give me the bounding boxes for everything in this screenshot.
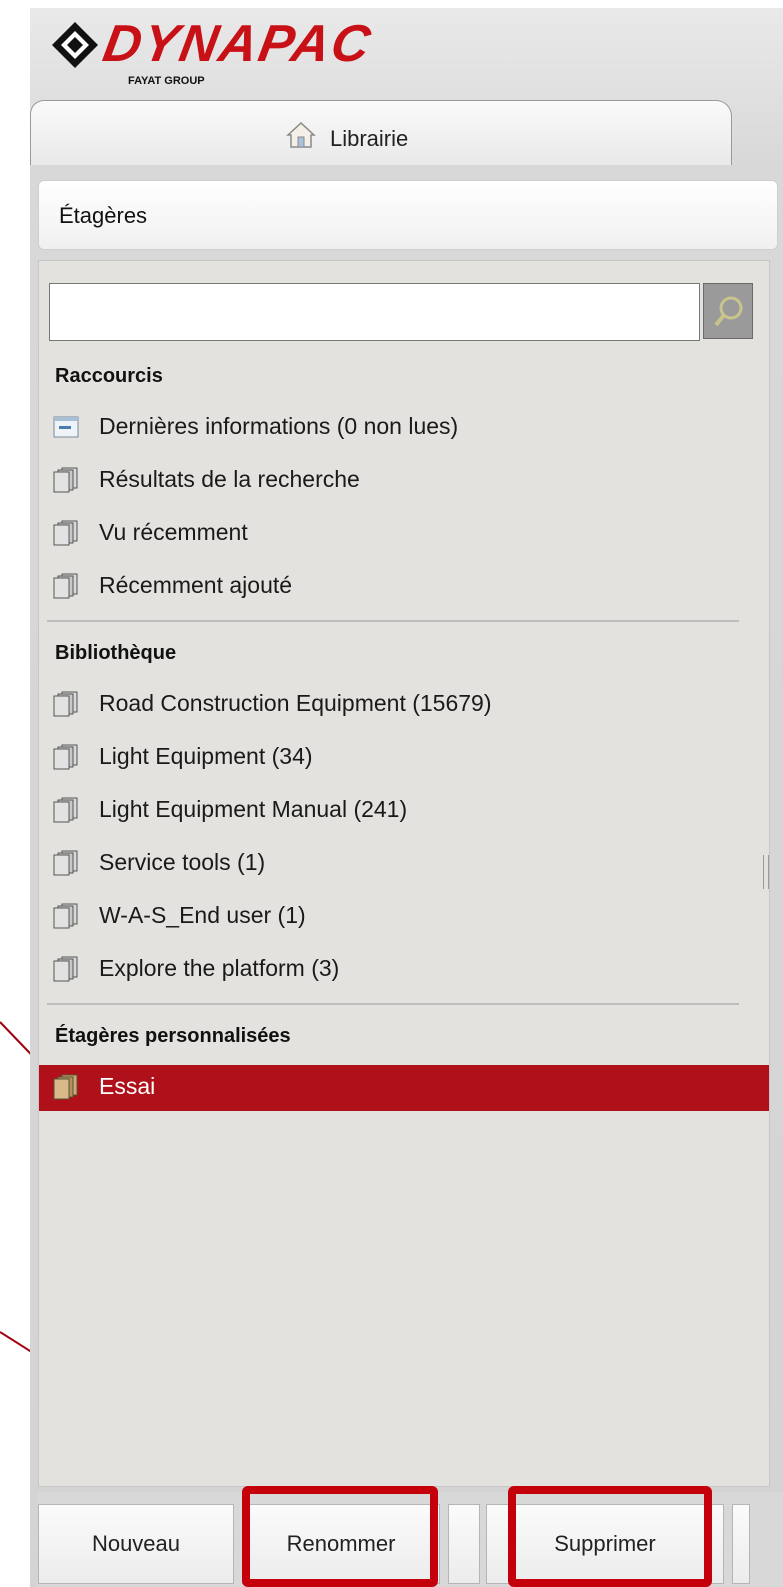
shelf-icon xyxy=(53,1074,78,1100)
brand-name: DYNAPAC xyxy=(98,15,377,73)
list-item-label: Light Equipment (34) xyxy=(99,743,313,769)
list-item-label: Résultats de la recherche xyxy=(99,466,360,492)
news-icon xyxy=(53,416,79,438)
list-item-label: Road Construction Equipment (15679) xyxy=(99,690,492,716)
shelf-icon xyxy=(53,744,78,770)
search-icon xyxy=(714,296,743,327)
section-title-shortcuts: Raccourcis xyxy=(55,365,163,387)
shortcut-search-results[interactable]: Résultats de la recherche xyxy=(39,458,769,504)
brand-subtitle: FAYAT GROUP xyxy=(128,75,205,87)
shelf-icon xyxy=(53,520,78,546)
shelf-icon xyxy=(53,903,78,929)
shortcut-recently-added[interactable]: Récemment ajouté xyxy=(39,564,769,610)
tab-label: Librairie xyxy=(330,126,409,151)
search-input[interactable] xyxy=(49,283,700,341)
shortcut-latest-info[interactable]: Dernières informations (0 non lues) xyxy=(39,405,769,451)
list-item-label: Vu récemment xyxy=(99,519,248,545)
list-item-label: Dernières informations (0 non lues) xyxy=(99,413,459,439)
shelf-icon xyxy=(53,850,78,876)
shortcut-recently-viewed[interactable]: Vu récemment xyxy=(39,511,769,557)
delete-button[interactable]: Supprimer xyxy=(486,1504,724,1584)
home-icon xyxy=(286,121,316,148)
shelf-icon xyxy=(53,467,78,493)
divider xyxy=(47,1003,739,1005)
panel-resize-handle[interactable] xyxy=(763,855,769,889)
library-item[interactable]: W-A-S_End user (1) xyxy=(39,894,769,940)
list-item-label: Service tools (1) xyxy=(99,849,266,875)
list-item-label: Light Equipment Manual (241) xyxy=(99,796,408,822)
list-item-label: Récemment ajouté xyxy=(99,572,293,598)
dynapac-logo-icon xyxy=(52,22,98,68)
library-item[interactable]: Road Construction Equipment (15679) xyxy=(39,682,769,728)
shelves-header: Étagères xyxy=(38,180,778,250)
new-button[interactable]: Nouveau xyxy=(38,1504,234,1584)
library-item[interactable]: Light Equipment (34) xyxy=(39,735,769,781)
custom-shelf-essai[interactable]: Essai xyxy=(39,1065,769,1111)
library-app: DYNAPAC FAYAT GROUP Librairie Étagères R… xyxy=(30,8,783,1587)
list-item-label: Essai xyxy=(99,1073,156,1099)
page-title: Étagères xyxy=(59,203,148,228)
shelf-icon xyxy=(53,956,78,982)
list-item-label: Explore the platform (3) xyxy=(99,955,340,981)
library-item[interactable]: Light Equipment Manual (241) xyxy=(39,788,769,834)
section-title-custom-shelves: Étagères personnalisées xyxy=(55,1025,291,1047)
toolbar-spacer xyxy=(448,1504,480,1584)
library-item[interactable]: Service tools (1) xyxy=(39,841,769,887)
rename-button[interactable]: Renommer xyxy=(242,1504,440,1584)
shelf-icon xyxy=(53,691,78,717)
section-title-library: Bibliothèque xyxy=(55,642,177,664)
shelf-icon xyxy=(53,573,78,599)
list-item-label: W-A-S_End user (1) xyxy=(99,902,306,928)
shelf-actions-bar: Nouveau Renommer Supprimer xyxy=(38,1492,783,1587)
divider xyxy=(47,620,739,622)
search-button[interactable] xyxy=(703,283,753,339)
toolbar-spacer xyxy=(732,1504,750,1584)
shelves-panel: Raccourcis Dernières informations (0 non… xyxy=(38,260,770,1487)
shelf-icon xyxy=(53,797,78,823)
library-item[interactable]: Explore the platform (3) xyxy=(39,947,769,993)
